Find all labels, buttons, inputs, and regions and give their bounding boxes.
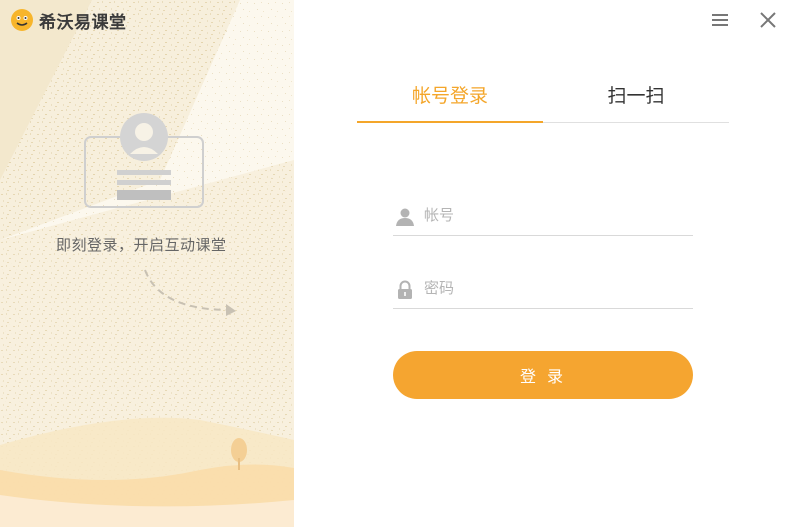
login-illustration (0, 0, 294, 527)
password-input[interactable] (424, 274, 684, 302)
hamburger-icon (712, 14, 728, 26)
menu-button[interactable] (710, 10, 730, 30)
close-icon (760, 12, 776, 28)
account-field[interactable] (393, 195, 693, 236)
login-tabs: 帐号登录 扫一扫 (357, 80, 729, 124)
close-button[interactable] (758, 10, 778, 30)
login-button[interactable]: 登 录 (393, 351, 693, 399)
left-illustration-panel: 希沃易课堂 即刻登录，开启互动课堂 (0, 0, 294, 527)
app-title: 希沃易课堂 (39, 12, 127, 33)
tab-account-login[interactable]: 帐号登录 (357, 80, 543, 122)
app-brand: 希沃易课堂 (10, 8, 127, 33)
seewo-logo-icon (11, 9, 33, 31)
user-icon (396, 208, 414, 226)
login-tagline: 即刻登录，开启互动课堂 (56, 236, 227, 254)
password-field[interactable] (393, 268, 693, 309)
lock-icon (398, 280, 412, 299)
account-input[interactable] (424, 201, 684, 229)
tab-scan-login[interactable]: 扫一扫 (543, 80, 729, 122)
tab-active-indicator (357, 121, 543, 123)
